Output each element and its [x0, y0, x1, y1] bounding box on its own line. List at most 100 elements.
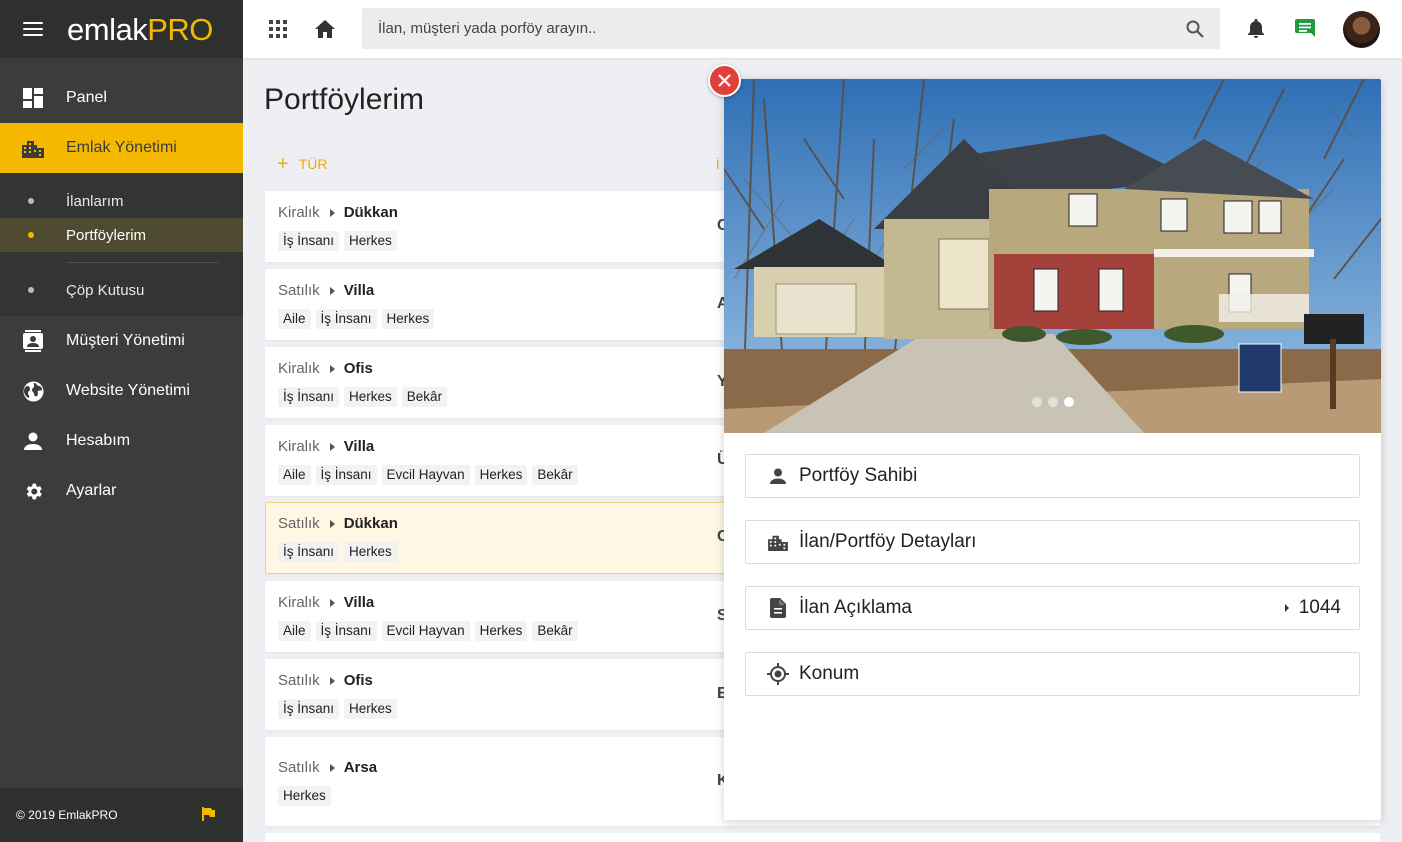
carousel-dot-1[interactable] — [1032, 397, 1042, 407]
tag-chip: İş İnsanı — [315, 621, 377, 641]
tag-chip: Herkes — [344, 699, 397, 719]
portfolio-card[interactable] — [265, 833, 1380, 842]
tag-chip: Herkes — [474, 621, 528, 641]
property-type: Villa — [343, 438, 375, 455]
search-input[interactable] — [362, 20, 1183, 37]
close-icon — [718, 74, 731, 87]
column-header-peek: İ — [716, 157, 720, 172]
property-type: Arsa — [343, 759, 378, 776]
tag-chip: Herkes — [278, 786, 331, 806]
caret-right-icon — [329, 364, 335, 373]
status-label: Kiralık — [278, 360, 320, 377]
sub-item-portfoylerim[interactable]: Portföylerim — [0, 218, 243, 252]
app-logo[interactable]: emlakPRO — [67, 14, 213, 45]
caret-right-icon — [329, 598, 335, 607]
accordion-ilan-portfoy-detaylari[interactable]: İlan/Portföy Detayları — [745, 520, 1360, 564]
accordion-value: 1044 — [1284, 597, 1341, 619]
property-type: Ofis — [343, 672, 373, 689]
top-bar — [243, 0, 1402, 58]
caret-right-icon — [329, 676, 335, 685]
status-label: Satılık — [278, 282, 320, 299]
tag-chip: Herkes — [474, 465, 528, 485]
carousel-dot-3-active[interactable] — [1064, 397, 1074, 407]
sub-item-label: Çöp Kutusu — [66, 281, 145, 299]
sidebar: emlakPRO Panel Emlak Yönetimi İlanlarım … — [0, 0, 243, 842]
sub-item-cop-kutusu[interactable]: Çöp Kutusu — [0, 273, 243, 307]
tag-chip: İş İnsanı — [278, 387, 340, 407]
carousel-dot-2[interactable] — [1048, 397, 1058, 407]
status-label: Satılık — [278, 515, 320, 532]
property-photo[interactable] — [724, 79, 1381, 433]
tag-chip: İş İnsanı — [315, 465, 377, 485]
copyright-text: © 2019 EmlakPRO — [16, 808, 118, 822]
sub-item-label: İlanlarım — [66, 192, 124, 210]
property-type: Villa — [343, 282, 375, 299]
property-type: Dükkan — [343, 204, 398, 221]
flag-icon[interactable] — [202, 806, 215, 824]
apps-grid-icon[interactable] — [266, 17, 290, 41]
plus-icon: + — [277, 153, 289, 175]
tag-chip: İş İnsanı — [315, 309, 377, 329]
bullet-icon — [28, 198, 34, 204]
status-label: Satılık — [278, 672, 320, 689]
status-label: Kiralık — [278, 438, 320, 455]
tag-chip: Evcil Hayvan — [381, 465, 470, 485]
caret-right-icon — [329, 208, 335, 217]
tag-chip: İş İnsanı — [278, 699, 340, 719]
search-icon[interactable] — [1183, 17, 1207, 41]
nav-item-musteri-yonetimi[interactable]: Müşteri Yönetimi — [0, 316, 243, 366]
person-icon — [22, 430, 44, 452]
sub-item-label: Portföylerim — [66, 226, 147, 244]
person-icon — [766, 464, 790, 488]
tag-chip: Bekâr — [532, 621, 578, 641]
gear-icon — [22, 480, 44, 502]
nav-label: Website Yönetimi — [66, 382, 190, 399]
nav-item-panel[interactable]: Panel — [0, 73, 243, 123]
accordion-ilan-aciklama[interactable]: İlan Açıklama 1044 — [745, 586, 1360, 630]
hamburger-menu-icon[interactable] — [23, 22, 43, 36]
add-type-button[interactable]: + TÜR — [277, 153, 328, 175]
nav-item-hesabim[interactable]: Hesabım — [0, 416, 243, 466]
close-panel-button[interactable] — [708, 64, 741, 97]
document-icon — [766, 596, 790, 620]
add-type-label: TÜR — [298, 156, 328, 172]
property-type: Villa — [343, 594, 375, 611]
bullet-icon — [28, 287, 34, 293]
nav-label: Emlak Yönetimi — [66, 139, 177, 156]
status-label: Kiralık — [278, 594, 320, 611]
avatar[interactable] — [1343, 11, 1380, 48]
chat-icon[interactable] — [1293, 17, 1317, 41]
dashboard-icon — [22, 87, 44, 109]
tag-chip: Aile — [278, 621, 311, 641]
tag-chip: İş İnsanı — [278, 231, 340, 251]
listing-number: 1044 — [1298, 597, 1341, 618]
nav-label: Hesabım — [66, 432, 131, 449]
accordion-label: Portföy Sahibi — [799, 465, 918, 486]
caret-right-icon — [329, 763, 335, 772]
tag-chip: Bekâr — [532, 465, 578, 485]
tag-chip: Herkes — [381, 309, 435, 329]
accordion-portfoy-sahibi[interactable]: Portföy Sahibi — [745, 454, 1360, 498]
page-title: Portföylerim — [264, 83, 425, 116]
nav-item-website-yonetimi[interactable]: Website Yönetimi — [0, 366, 243, 416]
contacts-icon — [22, 330, 44, 352]
nav-label: Ayarlar — [66, 482, 117, 499]
status-label: Satılık — [278, 759, 320, 776]
accordion-label: İlan/Portföy Detayları — [799, 531, 977, 552]
property-type: Ofis — [343, 360, 373, 377]
bell-icon[interactable] — [1244, 17, 1268, 41]
location-target-icon — [766, 662, 790, 686]
accordion-konum[interactable]: Konum — [745, 652, 1360, 696]
submenu-divider — [66, 262, 219, 263]
nav-item-ayarlar[interactable]: Ayarlar — [0, 466, 243, 516]
sidebar-footer: © 2019 EmlakPRO — [0, 788, 243, 842]
home-icon[interactable] — [313, 17, 337, 41]
sub-item-ilanlarim[interactable]: İlanlarım — [0, 184, 243, 218]
buildings-icon — [766, 530, 790, 554]
logo-text-main: emlak — [67, 11, 148, 47]
tag-chip: Aile — [278, 309, 311, 329]
search-bar — [362, 8, 1220, 49]
logo-text-pro: PRO — [147, 11, 213, 47]
nav-item-emlak-yonetimi[interactable]: Emlak Yönetimi — [0, 123, 243, 173]
bullet-icon — [28, 232, 34, 238]
